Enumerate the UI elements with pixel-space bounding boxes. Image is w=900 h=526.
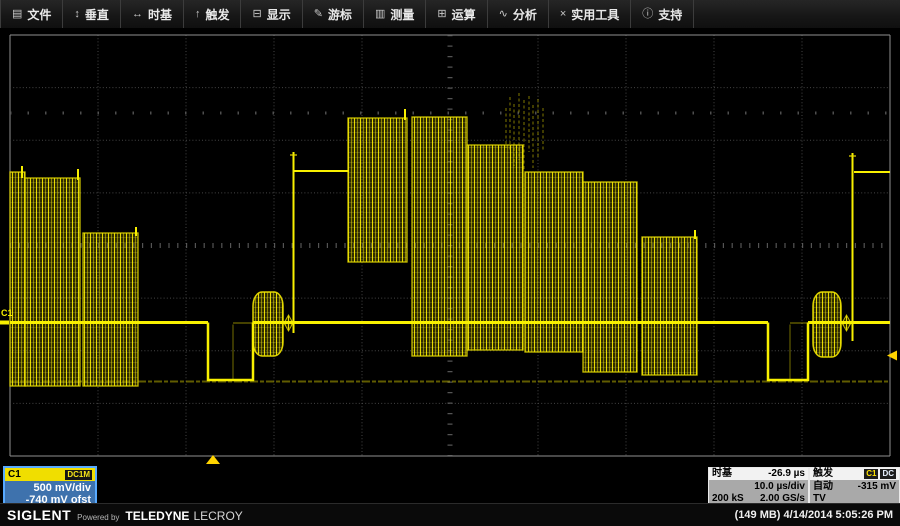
trigger-mode: 自动 [813, 481, 833, 493]
waveform-band [583, 182, 637, 372]
channel-name: C1 [8, 469, 21, 481]
waveform-band [525, 172, 583, 352]
menu-bar: ▤ 文件 ↕ 垂直 ↔ 时基 ↑ 触发 ⊟ 显示 ✎ 游标 ▥ 测量 ⊞ 运算 ∿ 分析 × 实用工具 ⓘ 支持 [0, 0, 900, 29]
trigger-level: -315 mV [858, 481, 896, 493]
trigger-header: 触发 C1 DC [810, 468, 899, 480]
menu-item-label: 触发 [205, 6, 229, 23]
menu-item-analysis[interactable]: ∿ 分析 [488, 0, 549, 28]
waveform-display[interactable]: C1 [0, 28, 900, 465]
oscilloscope-screen: ▤ 文件 ↕ 垂直 ↔ 时基 ↑ 触发 ⊟ 显示 ✎ 游标 ▥ 测量 ⊞ 运算 ∿ 分析 × 实用工具 ⓘ 支持 C1 C… [0, 0, 900, 526]
utility-icon: × [560, 9, 566, 20]
menu-item-display[interactable]: ⊟ 显示 [241, 0, 302, 28]
menu-item-math[interactable]: ⊞ 运算 [426, 0, 487, 28]
sync-pulse [208, 323, 253, 381]
trigger-coupling-badge: DC [880, 469, 896, 479]
display-icon: ⊟ [252, 9, 261, 20]
menu-item-timebase[interactable]: ↔ 时基 [121, 0, 184, 28]
menu-item-utility[interactable]: × 实用工具 [549, 0, 631, 28]
waveform-band [467, 145, 523, 350]
lecroy-logo: LECROY [193, 509, 242, 523]
menu-item-label: 支持 [658, 6, 682, 23]
waveform-band [83, 233, 138, 386]
measure-icon: ▥ [375, 9, 385, 20]
memory-and-timestamp: (149 MB) 4/14/2014 5:05:26 PM [735, 509, 893, 521]
menu-item-cursor[interactable]: ✎ 游标 [303, 0, 364, 28]
menu-item-label: 垂直 [85, 6, 109, 23]
channel-coupling-badge: DC1M [65, 470, 92, 480]
trigger-descriptor[interactable]: 触发 C1 DC 自动 -315 mV TV [809, 467, 900, 508]
analysis-icon: ∿ [499, 9, 508, 20]
menu-item-label: 游标 [328, 6, 352, 23]
timebase-descriptor[interactable]: 时基 -26.9 µs 10.0 µs/div 200 kS 2.00 GS/s [708, 467, 809, 508]
trigger-source-badge: C1 [864, 469, 878, 479]
menu-item-trigger[interactable]: ↑ 触发 [184, 0, 242, 28]
brand-logos: SIGLENT Powered by TELEDYNE LECROY [7, 507, 243, 523]
waveform-band [412, 117, 467, 356]
channel-offset-arrow[interactable] [0, 321, 9, 325]
timebase-icon: ↔ [132, 9, 143, 20]
menu-item-label: 文件 [27, 6, 51, 23]
math-icon: ⊞ [437, 9, 446, 20]
channel-offset-marker[interactable]: C1 [1, 308, 13, 318]
waveform-band [25, 178, 80, 386]
channel-scale: 500 mV/div [9, 482, 91, 494]
channel-header: C1 DC1M [5, 468, 95, 481]
menu-item-measure[interactable]: ▥ 测量 [364, 0, 426, 28]
menu-item-vertical[interactable]: ↕ 垂直 [63, 0, 121, 28]
menu-item-label: 实用工具 [571, 6, 619, 23]
waveform-band [642, 237, 697, 375]
menu-item-label: 显示 [267, 6, 291, 23]
timebase-scale: 10.0 µs/div [754, 481, 805, 493]
trigger-level-marker[interactable] [887, 351, 897, 361]
color-burst [813, 292, 841, 357]
powered-by-text: Powered by [77, 513, 119, 522]
trigger-label: 触发 [813, 468, 833, 480]
menu-item-label: 测量 [390, 6, 414, 23]
cursor-icon: ✎ [314, 9, 323, 20]
menu-item-file[interactable]: ▤ 文件 [0, 0, 63, 28]
vertical-icon: ↕ [74, 9, 80, 20]
timebase-label: 时基 [712, 468, 732, 480]
siglent-logo: SIGLENT [7, 507, 71, 523]
menu-item-support[interactable]: ⓘ 支持 [631, 0, 694, 28]
menu-item-label: 分析 [513, 6, 537, 23]
status-bar: SIGLENT Powered by TELEDYNE LECROY (149 … [0, 503, 900, 526]
waveform-band [10, 172, 25, 386]
timebase-delay: -26.9 µs [768, 468, 805, 480]
teledyne-logo: TELEDYNE [125, 509, 189, 523]
support-icon: ⓘ [642, 9, 653, 20]
file-icon: ▤ [12, 9, 22, 20]
menu-item-label: 运算 [452, 6, 476, 23]
timebase-header: 时基 -26.9 µs [709, 468, 808, 480]
trigger-icon: ↑ [195, 9, 201, 20]
menu-item-label: 时基 [148, 6, 172, 23]
waveform-band [348, 118, 407, 262]
